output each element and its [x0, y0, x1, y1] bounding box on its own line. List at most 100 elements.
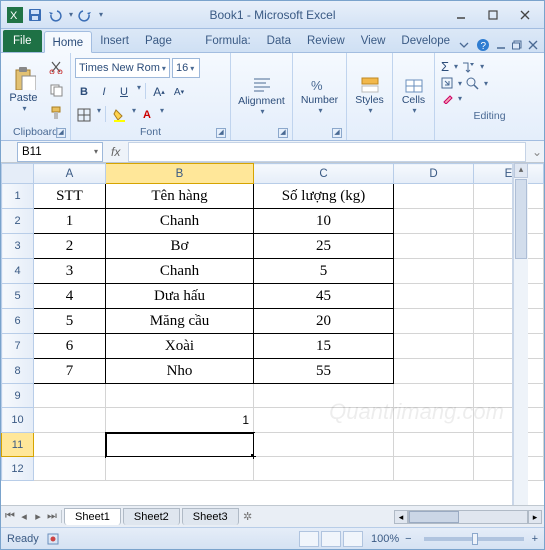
select-all-corner[interactable]	[2, 164, 34, 184]
number-dialog-launcher[interactable]: ◢	[332, 128, 342, 138]
tab-home[interactable]: Home	[44, 31, 93, 53]
cell[interactable]	[106, 457, 254, 481]
wb-close-icon[interactable]	[528, 40, 538, 50]
row-header[interactable]: 4	[2, 259, 34, 284]
cell[interactable]	[254, 408, 394, 433]
cell[interactable]	[34, 457, 106, 481]
view-page-layout-button[interactable]	[321, 531, 341, 547]
clipboard-dialog-launcher[interactable]: ◢	[56, 128, 66, 138]
decrease-font-icon[interactable]: A▾	[170, 83, 188, 101]
cell[interactable]	[474, 259, 544, 284]
sheet-nav-next-icon[interactable]: ▸	[31, 510, 45, 523]
close-button[interactable]	[510, 5, 540, 25]
cell[interactable]	[394, 234, 474, 259]
tab-data[interactable]: Data	[259, 30, 299, 52]
tab-view[interactable]: View	[353, 30, 394, 52]
cell[interactable]	[34, 433, 106, 457]
col-header-a[interactable]: A	[34, 164, 106, 184]
cell[interactable]	[394, 184, 474, 209]
cell[interactable]: Măng cầu	[106, 309, 254, 334]
cell[interactable]: 25	[254, 234, 394, 259]
zoom-out-button[interactable]: −	[405, 533, 411, 545]
col-header-d[interactable]: D	[394, 164, 474, 184]
help-icon[interactable]: ?	[476, 38, 490, 52]
sheet-nav-last-icon[interactable]: ⏭	[45, 510, 59, 523]
minimize-button[interactable]	[446, 5, 476, 25]
zoom-slider[interactable]	[424, 537, 524, 541]
row-header[interactable]: 8	[2, 359, 34, 384]
format-painter-icon[interactable]	[46, 103, 66, 123]
cell[interactable]	[474, 457, 544, 481]
name-box[interactable]: B11▾	[17, 142, 103, 162]
row-header[interactable]: 7	[2, 334, 34, 359]
cell[interactable]	[474, 334, 544, 359]
cell[interactable]	[394, 259, 474, 284]
row-header[interactable]: 12	[2, 457, 34, 481]
cell[interactable]: 1	[106, 408, 254, 433]
row-header[interactable]: 5	[2, 284, 34, 309]
sheet-tab-active[interactable]: Sheet1	[64, 508, 121, 525]
cell[interactable]	[106, 384, 254, 408]
fill-color-button[interactable]	[110, 106, 128, 124]
cell[interactable]	[254, 457, 394, 481]
cell[interactable]	[394, 334, 474, 359]
paste-button[interactable]: Paste ▾	[5, 58, 42, 122]
cell[interactable]	[474, 359, 544, 384]
fx-icon[interactable]: fx	[111, 145, 120, 159]
active-cell[interactable]	[106, 433, 254, 457]
macro-record-icon[interactable]	[47, 533, 59, 545]
cell[interactable]	[474, 209, 544, 234]
cell[interactable]	[394, 359, 474, 384]
cell[interactable]: 45	[254, 284, 394, 309]
cell[interactable]	[474, 284, 544, 309]
row-header[interactable]: 10	[2, 408, 34, 433]
ribbon-minimize-icon[interactable]	[458, 39, 470, 51]
cell[interactable]: 2	[34, 234, 106, 259]
tab-page-layout[interactable]: Page Lay	[137, 30, 197, 52]
horizontal-scrollbar[interactable]: ◂▸	[257, 510, 544, 524]
sheet-nav-first-icon[interactable]: ⏮	[3, 510, 17, 523]
font-name-select[interactable]: Times New Rom▾	[75, 58, 170, 78]
cell[interactable]	[394, 284, 474, 309]
cell[interactable]: Xoài	[106, 334, 254, 359]
row-header[interactable]: 9	[2, 384, 34, 408]
col-header-c[interactable]: C	[254, 164, 394, 184]
cell[interactable]	[394, 408, 474, 433]
cell[interactable]: Số lượng (kg)	[254, 184, 394, 209]
cell[interactable]	[34, 384, 106, 408]
alignment-button[interactable]: Alignment▾	[235, 64, 288, 128]
cell[interactable]	[474, 184, 544, 209]
wb-minimize-icon[interactable]	[496, 40, 506, 50]
sheet-tab[interactable]: Sheet2	[123, 508, 180, 525]
zoom-in-button[interactable]: +	[532, 533, 538, 545]
number-button[interactable]: % Number▾	[297, 64, 342, 128]
cell[interactable]: 15	[254, 334, 394, 359]
expand-formula-bar-icon[interactable]: ⌄	[530, 145, 544, 159]
undo-icon[interactable]	[47, 7, 63, 23]
spreadsheet-grid[interactable]: A B C D E 1 STT Tên hàng Số lượng (kg) 2…	[1, 163, 544, 505]
fill-button[interactable]: ▾ ▾	[441, 76, 538, 90]
cell[interactable]: 20	[254, 309, 394, 334]
cell[interactable]	[474, 408, 544, 433]
cell[interactable]	[474, 309, 544, 334]
undo-dropdown[interactable]: ▾	[67, 10, 73, 19]
cell[interactable]	[394, 209, 474, 234]
autosum-button[interactable]: Σ▾ ▾	[441, 59, 538, 74]
save-icon[interactable]	[27, 7, 43, 23]
col-header-e[interactable]: E	[474, 164, 544, 184]
cell[interactable]: 5	[254, 259, 394, 284]
cell[interactable]	[394, 384, 474, 408]
cell[interactable]: Chanh	[106, 259, 254, 284]
cell[interactable]	[394, 309, 474, 334]
increase-font-icon[interactable]: A▴	[150, 83, 168, 101]
font-color-button[interactable]: A	[138, 106, 156, 124]
qat-customize-icon[interactable]: ▾	[97, 10, 103, 19]
vertical-scrollbar[interactable]: ▴ ▾	[512, 163, 528, 505]
cell[interactable]: 7	[34, 359, 106, 384]
cell[interactable]: Nho	[106, 359, 254, 384]
cell[interactable]	[394, 433, 474, 457]
file-tab[interactable]: File	[3, 30, 42, 52]
redo-icon[interactable]	[77, 7, 93, 23]
cell[interactable]: 5	[34, 309, 106, 334]
sheet-nav-prev-icon[interactable]: ◂	[17, 510, 31, 523]
